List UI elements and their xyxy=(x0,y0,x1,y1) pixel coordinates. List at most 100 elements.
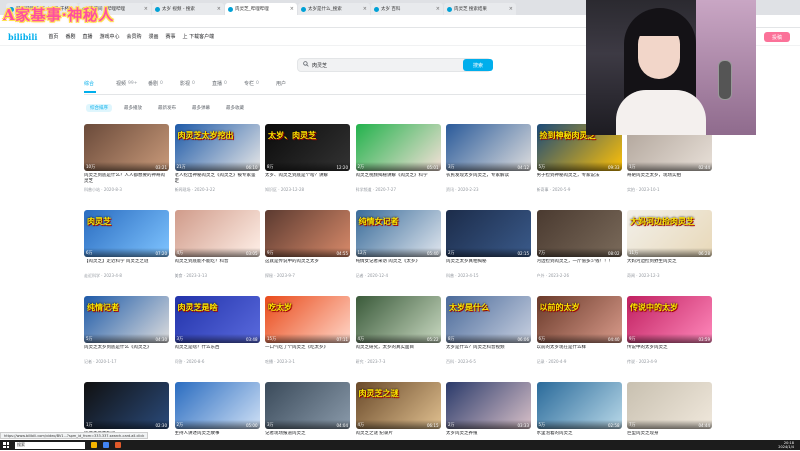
video-thumbnail[interactable]: 纯情记者 5万 04:30 xyxy=(84,296,169,343)
video-title[interactable]: 肉灵芝到底是什么？人人都想要的神奇肉灵芝 xyxy=(84,173,169,185)
sort-option[interactable]: 最多弹幕 xyxy=(188,104,214,112)
video-meta[interactable]: 科普小站 · 2020-8-3 xyxy=(84,187,169,193)
video-thumbnail[interactable]: 大妈河边捡肉灵芝 11万 06:28 xyxy=(627,210,712,257)
video-card[interactable]: 4万 03:05 肉灵芝到底能不能吃？科普美食 · 2023-3-13 xyxy=(174,210,260,279)
video-title[interactable]: 大妈河边捡到野生肉灵芝 xyxy=(627,259,712,271)
video-title[interactable]: 老人挖出神秘肉灵芝《肉灵芝》被专家鉴定 xyxy=(175,173,260,185)
tab-type[interactable]: 综合 xyxy=(84,80,116,87)
browser-tab[interactable]: 太岁是什么_搜索 × xyxy=(298,3,370,15)
video-card[interactable]: 吃太岁 15万 07:11 一口气吃了个肉灵芝《吃太岁》 吃播 · 2023-3-1 xyxy=(265,296,350,365)
video-card[interactable]: 传说中的太岁 9万 03:59 传说中的太岁肉灵芝传说 · 2023-4-9 xyxy=(627,296,712,365)
app-icon[interactable] xyxy=(115,442,121,448)
close-icon[interactable]: × xyxy=(363,6,367,12)
video-meta[interactable]: 百科 · 2023-6-5 xyxy=(446,359,531,365)
video-thumbnail[interactable]: 10万 03:21 xyxy=(84,124,169,171)
video-card[interactable]: 2万 05:01 肉灵芝视频揭秘讲解《肉灵芝》科学科学频道 · 2020-7-27 xyxy=(355,124,441,193)
video-meta[interactable]: 记者 · 2020-1-17 xyxy=(84,359,169,365)
video-title[interactable]: 农民发现太岁肉灵芝，专家解读 xyxy=(446,173,531,185)
tab-type[interactable]: 影视 0 xyxy=(180,80,212,87)
video-title[interactable]: 肉灵芝是啥？什么东西 xyxy=(175,345,260,357)
video-thumbnail[interactable]: 2万 02:15 xyxy=(446,210,531,257)
video-card[interactable]: 太岁是什么 8万 06:06 太岁是什么？肉灵芝科普视频 百科 · 2023-6-5 xyxy=(446,296,531,365)
nav-link[interactable]: 直播 xyxy=(82,33,92,40)
nav-link[interactable]: 首页 xyxy=(48,33,58,40)
nav-link[interactable]: 会员购 xyxy=(126,33,141,40)
video-title[interactable]: 肉灵芝太岁到底是什么《肉灵芝》 xyxy=(84,345,169,357)
video-title[interactable]: 河边捡到肉灵芝，一斤值多少钱！！！ xyxy=(537,259,622,271)
video-thumbnail[interactable]: 1万 02:30 xyxy=(84,382,169,429)
close-icon[interactable]: × xyxy=(217,6,221,12)
video-thumbnail[interactable]: 3万 04:04 xyxy=(265,382,350,429)
video-title[interactable]: 肉灵芝到底能不能吃？科普 xyxy=(175,259,260,271)
video-thumbnail[interactable]: 7万 04:44 xyxy=(627,382,712,429)
tab-type[interactable]: 专栏 0 xyxy=(244,80,276,87)
video-thumbnail[interactable]: 4万 05:22 xyxy=(355,296,441,343)
video-thumbnail[interactable]: 4万 03:05 xyxy=(174,210,260,257)
sort-option[interactable]: 综合排序 xyxy=(86,104,112,112)
browser-tab[interactable]: 肉灵芝_哔哩哔哩 × xyxy=(225,3,297,15)
video-thumbnail[interactable]: 传说中的太岁 9万 03:59 xyxy=(627,296,712,343)
nav-link[interactable]: 游戏中心 xyxy=(99,33,119,40)
video-title[interactable]: 肉灵芝太岁真相揭秘 xyxy=(446,259,531,271)
upload-button[interactable]: 投稿 xyxy=(764,32,790,42)
video-meta[interactable]: 奇闻 · 2023-12-3 xyxy=(627,273,712,279)
close-icon[interactable]: × xyxy=(436,6,440,12)
video-title[interactable]: 以前的太岁现在是什么样 xyxy=(537,345,622,357)
video-card[interactable]: 大妈河边捡肉灵芝 11万 06:28 大妈河边捡到野生肉灵芝奇闻 · 2023-12-… xyxy=(627,210,712,279)
video-thumbnail[interactable]: 2万 05:00 xyxy=(174,382,260,429)
video-meta[interactable]: 美食 · 2023-3-13 xyxy=(175,273,260,279)
file-explorer-icon[interactable] xyxy=(91,442,97,448)
video-meta[interactable]: 实拍 · 2023-10-1 xyxy=(627,187,712,193)
video-card[interactable]: 4万 05:22 肉灵芝研究，太岁的真实面目 研究 · 2023-7-3 xyxy=(355,296,441,365)
video-meta[interactable]: 科普 · 2023-4-15 xyxy=(446,273,531,279)
video-thumbnail[interactable]: 太岁、肉灵芝 8万 12:20 xyxy=(265,124,350,171)
video-card[interactable]: 7万 08:02 河边捡到肉灵芝，一斤值多少钱！！！ 户外 · 2023-2-26 xyxy=(536,210,622,279)
sort-option[interactable]: 最多播放 xyxy=(120,104,146,112)
close-icon[interactable]: × xyxy=(509,6,513,12)
video-card[interactable]: 纯情女记者 12万 05:40 纯情女记者采访 肉灵芝《太岁》 记者 · 2020-12… xyxy=(355,210,441,279)
video-meta[interactable]: 记者 · 2020-12-4 xyxy=(356,273,441,279)
video-meta[interactable]: 走近科学 · 2023-4-8 xyxy=(84,273,169,279)
video-card[interactable]: 纯情记者 5万 04:30 肉灵芝太岁到底是什么《肉灵芝》记者 · 2020-1-17 xyxy=(84,296,169,365)
video-card[interactable]: 10万 03:21 肉灵芝到底是什么？人人都想要的神奇肉灵芝科普小站 · 2020-… xyxy=(84,124,169,193)
video-card[interactable]: 太岁、肉灵芝 8万 12:20 太岁、肉灵芝到底是个啥？讲解 知识区 · 2023-12… xyxy=(265,124,350,193)
video-title[interactable]: 奇葩肉灵芝太岁，现场实拍 xyxy=(627,173,712,185)
video-title[interactable]: 肉灵芝视频揭秘讲解《肉灵芝》科学 xyxy=(356,173,441,185)
video-card[interactable]: 肉灵芝 6万 07:20 【肉灵芝】走近科学 肉灵芝之谜 走近科学 · 2023-4-8 xyxy=(84,210,169,279)
video-meta[interactable]: 新闻现场 · 2020-3-22 xyxy=(175,187,260,193)
video-thumbnail[interactable]: 肉灵芝之谜 4万 06:15 xyxy=(355,382,441,429)
video-card[interactable]: 以前的太岁 6万 04:40 以前的太岁现在是什么样记录 · 2020-4-9 xyxy=(536,296,622,365)
bilibili-logo[interactable]: bilibili xyxy=(8,32,37,42)
video-thumbnail[interactable]: 2万 05:01 xyxy=(355,124,441,171)
video-card[interactable]: 2万 02:15 肉灵芝太岁真相揭秘科普 · 2023-4-15 xyxy=(446,210,531,279)
video-card[interactable]: 肉灵芝太岁挖出 21万 06:10 老人挖出神秘肉灵芝《肉灵芝》被专家鉴定新闻现场 ·… xyxy=(174,124,260,193)
video-meta[interactable]: 传说 · 2023-4-9 xyxy=(627,359,712,365)
video-title[interactable]: 【肉灵芝】走近科学 肉灵芝之谜 xyxy=(84,259,169,271)
video-title[interactable]: 纯情女记者采访 肉灵芝《太岁》 xyxy=(356,259,441,271)
video-meta[interactable]: 科学频道 · 2020-7-27 xyxy=(356,187,441,193)
video-thumbnail[interactable]: 5万 02:58 xyxy=(536,382,622,429)
video-meta[interactable]: 记录 · 2020-4-9 xyxy=(537,359,622,365)
nav-link[interactable]: 番剧 xyxy=(65,33,75,40)
tab-type[interactable]: 视频 99+ xyxy=(116,80,148,87)
browser-tab[interactable]: 太岁 百科 × xyxy=(371,3,443,15)
chrome-icon[interactable] xyxy=(103,442,109,448)
sort-option[interactable]: 最新发布 xyxy=(154,104,180,112)
video-thumbnail[interactable]: 2万 03:33 xyxy=(446,382,531,429)
video-title[interactable]: 传说中的太岁肉灵芝 xyxy=(627,345,712,357)
close-icon[interactable]: × xyxy=(290,6,294,12)
video-meta[interactable]: 研究 · 2023-7-3 xyxy=(356,359,441,365)
nav-link[interactable]: 赛事 xyxy=(166,33,176,40)
windows-start-icon[interactable] xyxy=(3,442,9,448)
video-thumbnail[interactable]: 3万 04:12 xyxy=(446,124,531,171)
video-thumbnail[interactable]: 以前的太岁 6万 04:40 xyxy=(536,296,622,343)
video-meta[interactable]: 新奇事 · 2020-5-9 xyxy=(537,187,622,193)
video-thumbnail[interactable]: 吃太岁 15万 07:11 xyxy=(265,296,350,343)
video-meta[interactable]: 问答 · 2020-8-6 xyxy=(175,359,260,365)
video-title[interactable]: 男子捡到神秘肉灵芝，专家说法 xyxy=(537,173,622,185)
video-card[interactable]: 9万 04:55 这就是传说中的肉灵芝太岁 探秘 · 2023-9-7 xyxy=(265,210,350,279)
search-button[interactable]: 搜索 xyxy=(463,59,493,71)
video-thumbnail[interactable]: 肉灵芝太岁挖出 21万 06:10 xyxy=(174,124,260,171)
video-title[interactable]: 这就是传说中的肉灵芝太岁 xyxy=(265,259,350,271)
video-title[interactable]: 太岁是什么？肉灵芝科普视频 xyxy=(446,345,531,357)
